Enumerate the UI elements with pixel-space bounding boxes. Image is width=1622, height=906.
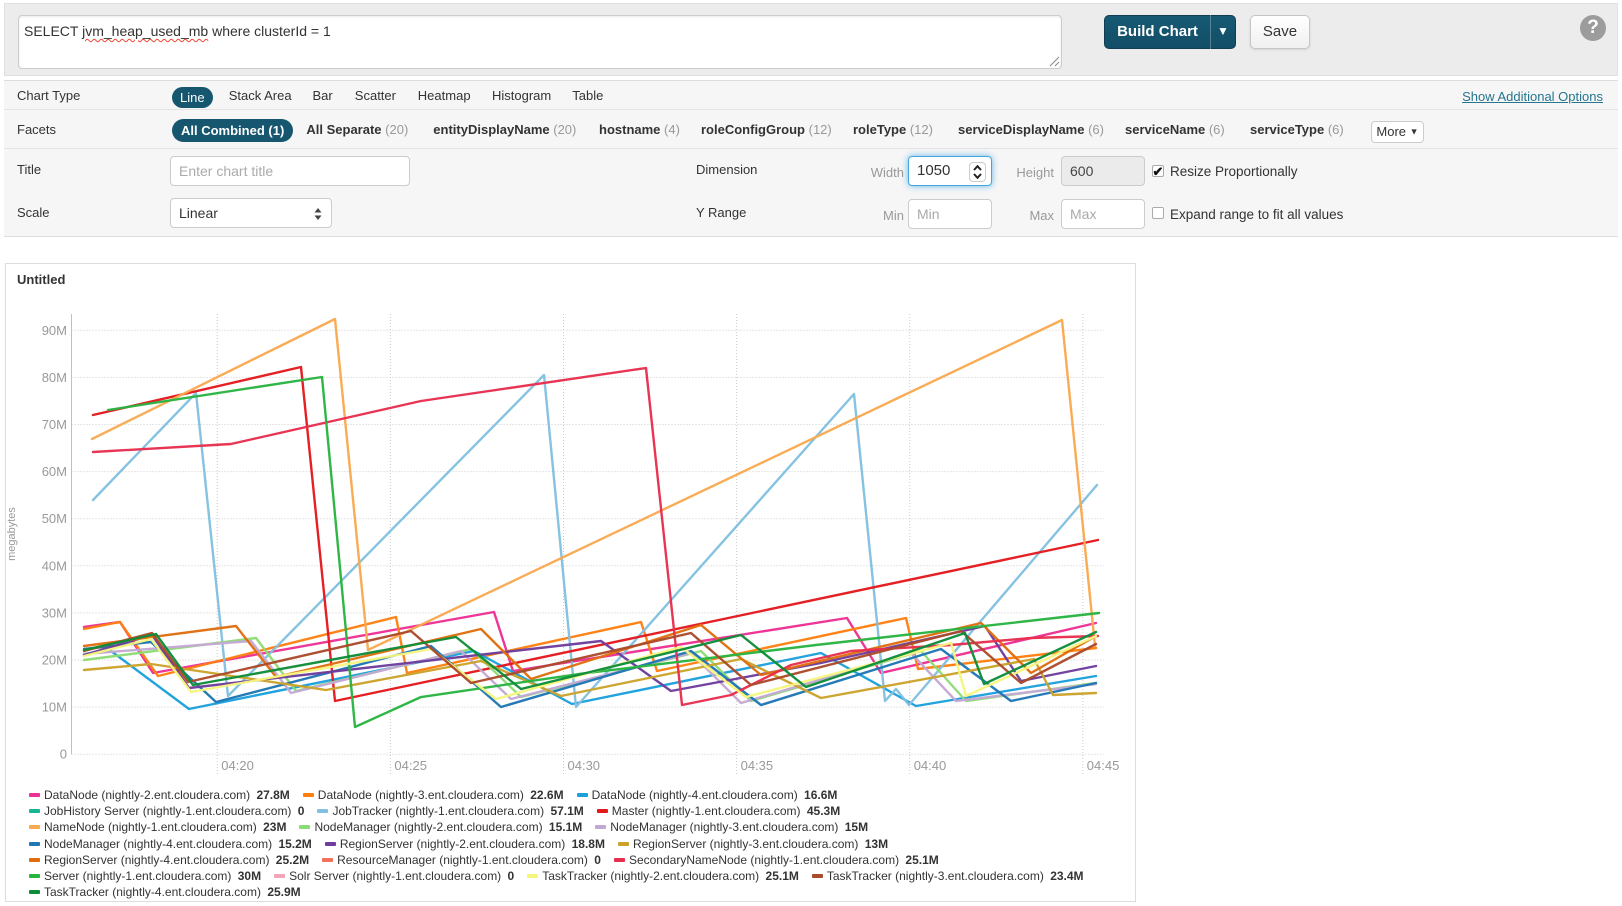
svg-text:04:45: 04:45 <box>1087 758 1120 773</box>
svg-text:60M: 60M <box>42 464 67 479</box>
svg-text:04:35: 04:35 <box>741 758 774 773</box>
svg-text:90M: 90M <box>42 323 67 338</box>
svg-text:04:20: 04:20 <box>221 758 254 773</box>
svg-text:10M: 10M <box>42 700 67 715</box>
svg-text:04:25: 04:25 <box>394 758 427 773</box>
svg-text:30M: 30M <box>42 605 67 620</box>
svg-text:04:40: 04:40 <box>914 758 947 773</box>
svg-text:0: 0 <box>60 747 67 762</box>
svg-text:04:30: 04:30 <box>568 758 601 773</box>
svg-text:70M: 70M <box>42 417 67 432</box>
svg-text:megabytes: megabytes <box>6 507 18 561</box>
svg-text:50M: 50M <box>42 511 67 526</box>
svg-text:80M: 80M <box>42 370 67 385</box>
svg-text:40M: 40M <box>42 558 67 573</box>
svg-text:20M: 20M <box>42 653 67 668</box>
